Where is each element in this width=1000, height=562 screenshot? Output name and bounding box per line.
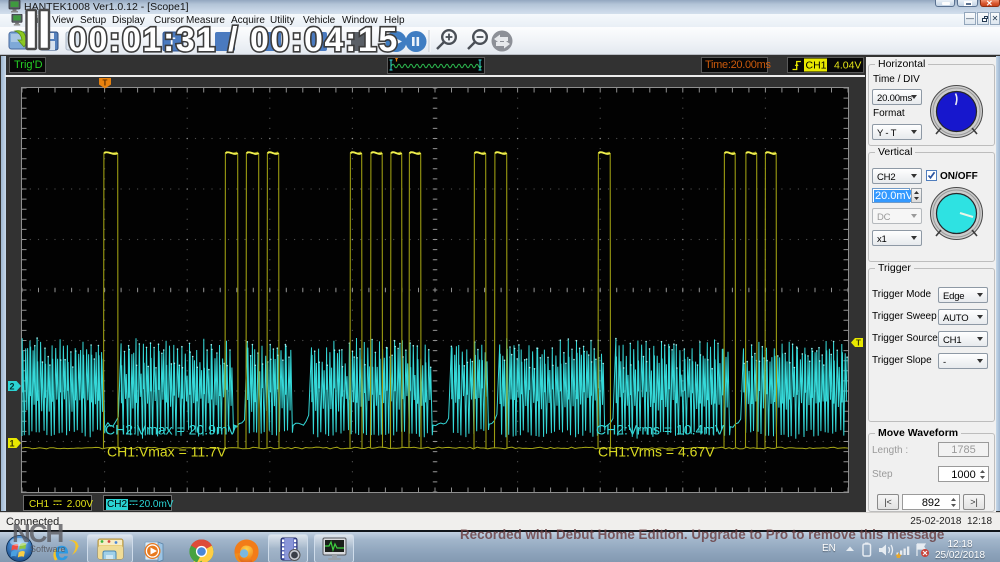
svg-text:CH2:Vrms = 10.4mV: CH2:Vrms = 10.4mV bbox=[596, 422, 725, 438]
svg-text:CH1:Vmax = 11.7V: CH1:Vmax = 11.7V bbox=[107, 444, 227, 460]
svg-text:CH1:Vrms = 4.67V: CH1:Vrms = 4.67V bbox=[598, 444, 715, 460]
svg-text:2: 2 bbox=[9, 382, 14, 392]
svg-text:4.04V: 4.04V bbox=[834, 60, 861, 72]
svg-text:CH1: CH1 bbox=[806, 60, 827, 72]
svg-text:T: T bbox=[856, 339, 861, 348]
svg-text:00:01:31 / 00:04:15: 00:01:31 / 00:04:15 bbox=[68, 21, 399, 58]
svg-text:T: T bbox=[103, 79, 108, 88]
svg-text:CH2:Vmax = 20.9mV: CH2:Vmax = 20.9mV bbox=[105, 422, 238, 438]
svg-text:1: 1 bbox=[9, 439, 14, 449]
